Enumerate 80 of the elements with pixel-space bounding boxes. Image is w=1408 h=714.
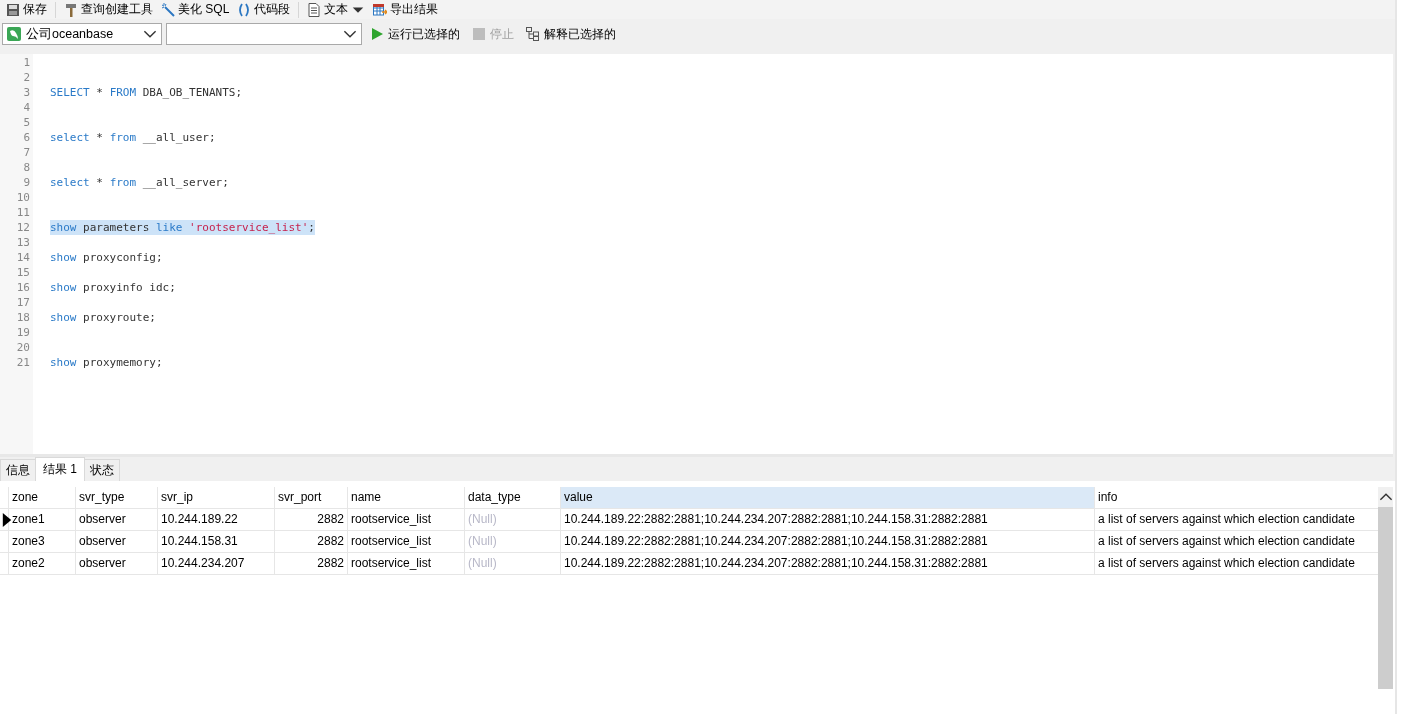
table-cell: zone1 bbox=[9, 509, 76, 530]
table-cell: 10.244.189.22:2882:2881;10.244.234.207:2882:2881;10.244.158.31:2882:2881 bbox=[561, 553, 1095, 574]
code-line: show proxyconfig; bbox=[50, 250, 163, 265]
column-header[interactable]: svr_port bbox=[275, 487, 348, 508]
table-cell: 2882 bbox=[275, 553, 348, 574]
code-line: show proxymemory; bbox=[50, 355, 163, 370]
scrollbar[interactable] bbox=[1378, 487, 1393, 689]
column-header[interactable]: zone bbox=[9, 487, 76, 508]
table-cell: observer bbox=[76, 509, 158, 530]
toolbar-button[interactable]: 导出结果 bbox=[369, 0, 443, 19]
line-number: 12 bbox=[15, 220, 31, 235]
table-cell: zone3 bbox=[9, 531, 76, 552]
line-number: 21 bbox=[15, 355, 31, 370]
line-number: 4 bbox=[22, 100, 31, 115]
code-line: select * from __all_server; bbox=[50, 175, 229, 190]
toolbar-button[interactable]: 文本 bbox=[303, 0, 370, 19]
table-cell: 2882 bbox=[275, 531, 348, 552]
table-cell: zone2 bbox=[9, 553, 76, 574]
toolbar-button[interactable]: 运行已选择的 bbox=[366, 24, 464, 44]
hammer-icon bbox=[64, 2, 78, 17]
code-line: show proxyinfo idc; bbox=[50, 280, 176, 295]
table-cell: (Null) bbox=[465, 553, 561, 574]
table-cell: 10.244.189.22:2882:2881;10.244.234.207:2882:2881;10.244.158.31:2882:2881 bbox=[561, 509, 1095, 530]
line-number: 17 bbox=[15, 295, 31, 310]
column-header[interactable]: value bbox=[561, 487, 1095, 508]
line-number: 18 bbox=[15, 310, 31, 325]
line-number: 19 bbox=[15, 325, 31, 340]
parentheses-icon bbox=[237, 2, 252, 17]
table-cell-text: a list of servers against which election candidate bbox=[1097, 555, 1356, 572]
line-number: 2 bbox=[22, 70, 31, 85]
result-tab[interactable]: 结果 1 bbox=[35, 457, 85, 481]
code-line: SELECT * FROM DBA_OB_TENANTS; bbox=[50, 85, 243, 100]
line-number: 10 bbox=[15, 190, 31, 205]
table-cell: 10.244.189.22 bbox=[158, 509, 275, 530]
toolbar-button[interactable]: 解释已选择的 bbox=[522, 24, 620, 44]
line-number: 20 bbox=[15, 340, 31, 355]
database-dropdown[interactable] bbox=[166, 23, 362, 45]
table-cell: 10.244.189.22:2882:2881;10.244.234.207:2882:2881;10.244.158.31:2882:2881 bbox=[561, 531, 1095, 552]
table-cell: observer bbox=[76, 531, 158, 552]
line-number: 6 bbox=[22, 130, 31, 145]
stop-icon bbox=[472, 27, 486, 41]
line-number: 11 bbox=[15, 205, 31, 220]
table-cell: rootservice_list bbox=[348, 509, 465, 530]
toolbar-button[interactable]: 美化 SQL bbox=[157, 0, 234, 19]
line-number: 15 bbox=[15, 265, 31, 280]
table-cell: rootservice_list bbox=[348, 531, 465, 552]
line-number: 13 bbox=[15, 235, 31, 250]
code-line: select * from __all_user; bbox=[50, 130, 216, 145]
column-header[interactable]: svr_ip bbox=[158, 487, 275, 508]
flow-chart-icon bbox=[526, 27, 540, 41]
magic-wand-icon bbox=[161, 2, 175, 17]
save-icon bbox=[6, 2, 20, 17]
result-tab[interactable]: 状态 bbox=[84, 459, 120, 481]
line-number: 14 bbox=[15, 250, 31, 265]
table-cell: 10.244.234.207 bbox=[158, 553, 275, 574]
line-number: 9 bbox=[22, 175, 31, 190]
toolbar-button[interactable]: 查询创建工具 bbox=[60, 0, 157, 19]
toolbar-button[interactable]: 保存 bbox=[2, 0, 51, 19]
toolbar-button[interactable]: 代码段 bbox=[233, 0, 295, 19]
column-header[interactable]: svr_type bbox=[76, 487, 158, 508]
line-number: 5 bbox=[22, 115, 31, 130]
table-cell: observer bbox=[76, 553, 158, 574]
line-number: 3 bbox=[22, 85, 31, 100]
column-header[interactable]: info bbox=[1095, 487, 1378, 508]
line-number: 8 bbox=[22, 160, 31, 175]
connection-dropdown[interactable]: 公司oceanbase bbox=[2, 23, 162, 45]
table-cell: (Null) bbox=[465, 509, 561, 530]
table-cell-text: a list of servers against which election candidate bbox=[1097, 533, 1356, 550]
table-cell: 10.244.158.31 bbox=[158, 531, 275, 552]
table-cell-text: a list of servers against which election candidate bbox=[1097, 511, 1356, 528]
play-icon bbox=[370, 27, 384, 41]
table-cell: 2882 bbox=[275, 509, 348, 530]
result-tab[interactable]: 信息 bbox=[0, 459, 36, 481]
line-number: 16 bbox=[15, 280, 31, 295]
code-line: show proxyroute; bbox=[50, 310, 156, 325]
table-cell: (Null) bbox=[465, 531, 561, 552]
line-number: 1 bbox=[22, 55, 31, 70]
column-header[interactable]: name bbox=[348, 487, 465, 508]
table-cell: rootservice_list bbox=[348, 553, 465, 574]
line-number: 7 bbox=[22, 145, 31, 160]
